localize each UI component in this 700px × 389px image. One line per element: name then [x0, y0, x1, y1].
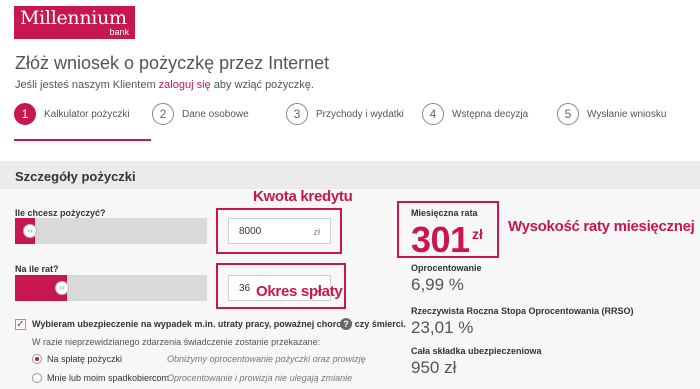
- amount-slider[interactable]: ‹›: [15, 218, 207, 244]
- rrso-label: Rzeczywista Roczna Stopa Oprocentowania …: [411, 306, 634, 316]
- installments-slider-handle[interactable]: ‹›: [55, 281, 69, 295]
- amount-annotation: Kwota kredytu: [253, 188, 353, 205]
- radio-desc-na-splate: Obniżymy oprocentowanie pożyczki oraz pr…: [167, 354, 366, 364]
- interest-value: 6,99 %: [411, 275, 464, 294]
- page-title: Złóż wniosek o pożyczkę przez Internet: [15, 53, 330, 73]
- rate-annotation: Wysokość raty miesięcznej: [508, 218, 695, 235]
- amount-annotation-box: [216, 208, 342, 254]
- step-przychody[interactable]: 3 Przychody i wydatki: [286, 103, 404, 125]
- millennium-logo[interactable]: Millennium bank: [14, 6, 135, 39]
- subtitle-text-after: aby wziąć pożyczkę.: [210, 79, 314, 91]
- amount-slider-handle[interactable]: ‹›: [23, 224, 37, 238]
- step-number: 2: [152, 103, 174, 125]
- logo-sub: bank: [109, 27, 129, 37]
- step-label: Dane osobowe: [182, 108, 249, 120]
- step-label: Kalkulator pożyczki: [44, 108, 130, 120]
- logo-brand: Millennium: [20, 7, 127, 29]
- step-dane-osobowe[interactable]: 2 Dane osobowe: [152, 103, 249, 125]
- step-number: 3: [286, 103, 308, 125]
- insurance-info: W razie nieprzewidzianego zdarzenia świa…: [32, 337, 321, 347]
- step-kalkulator[interactable]: 1 Kalkulator pożyczki: [14, 103, 130, 125]
- amount-question: Ile chcesz pożyczyć?: [15, 208, 106, 218]
- period-annotation: Okres spłaty: [256, 283, 343, 300]
- radio-spadkobiercy[interactable]: [32, 373, 42, 383]
- radio-na-splate[interactable]: [32, 354, 42, 364]
- radio-label-spadkobiercy[interactable]: Mnie lub moim spadkobiercom: [47, 373, 169, 383]
- step-number: 5: [557, 103, 579, 125]
- active-step-underline: [14, 139, 151, 141]
- step-wstepna-decyzja[interactable]: 4 Wstępna decyzja: [422, 103, 528, 125]
- rate-annotation-box: [397, 201, 499, 258]
- page-subtitle: Jeśli jesteś naszym Klientem zaloguj się…: [15, 79, 314, 91]
- login-link[interactable]: zaloguj się: [159, 79, 211, 91]
- step-label: Wstępna decyzja: [452, 108, 529, 120]
- radio-desc-spadkobiercy: Oprocentowanie i prowizja nie ulegają zm…: [167, 373, 353, 383]
- step-wyslanie[interactable]: 5 Wysłanie wniosku: [557, 103, 666, 125]
- step-label: Wysłanie wniosku: [587, 108, 667, 120]
- subtitle-text-before: Jeśli jesteś naszym Klientem: [15, 79, 159, 91]
- insurance-cost-label: Cała składka ubezpieczeniowa: [411, 346, 542, 356]
- progress-steps: 1 Kalkulator pożyczki 2 Dane osobowe 3 P…: [0, 100, 700, 142]
- installments-slider[interactable]: ‹›: [15, 275, 207, 301]
- help-icon[interactable]: ?: [340, 318, 352, 330]
- radio-label-na-splate[interactable]: Na spłatę pożyczki: [47, 354, 122, 364]
- step-label: Przychody i wydatki: [316, 108, 404, 120]
- insurance-checkbox[interactable]: ✓: [15, 319, 26, 330]
- step-number: 4: [422, 103, 444, 125]
- rrso-value: 23,01 %: [411, 318, 474, 337]
- section-title: Szczegóły pożyczki: [15, 169, 136, 184]
- installments-question: Na ile rat?: [15, 264, 59, 274]
- insurance-cost-value: 950 zł: [411, 358, 457, 377]
- interest-label: Oprocentowanie: [411, 263, 482, 273]
- step-number: 1: [14, 103, 36, 125]
